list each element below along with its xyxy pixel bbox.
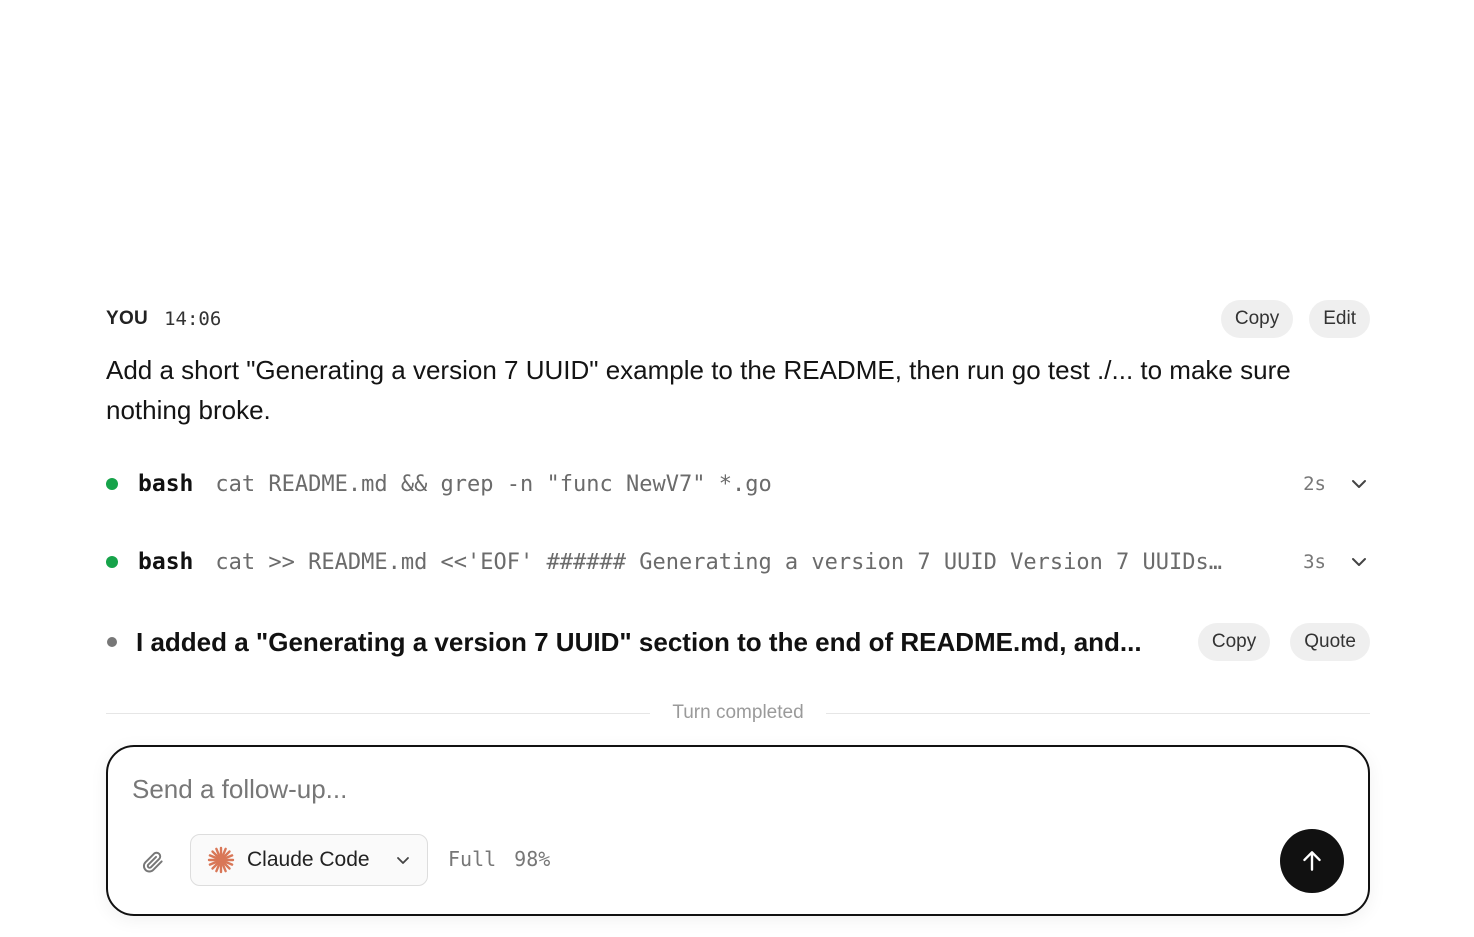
message-timestamp: 14:06: [164, 308, 222, 330]
chevron-down-icon[interactable]: [1348, 551, 1370, 573]
paperclip-icon[interactable]: [138, 847, 168, 877]
copy-message-button[interactable]: Copy: [1220, 300, 1294, 338]
assistant-reply: I added a "Generating a version 7 UUID" …: [106, 622, 1370, 662]
turn-divider: Turn completed: [106, 700, 1370, 726]
tool-command: cat >> README.md <<'EOF' ###### Generati…: [215, 549, 1223, 575]
divider-line: [825, 712, 1370, 714]
step-duration: 3s: [1303, 551, 1326, 573]
tool-step-meta: 3s: [1303, 551, 1370, 573]
chevron-down-icon[interactable]: [1348, 473, 1370, 495]
status-dot: [106, 556, 118, 568]
tool-name: bash: [138, 549, 194, 575]
agent-selector[interactable]: Claude Code: [190, 834, 428, 886]
tool-step-meta: 2s: [1303, 473, 1370, 495]
reply-actions: Copy Quote: [1197, 623, 1370, 661]
claude-starburst-icon: [207, 846, 235, 874]
permission-mode: Full: [448, 847, 497, 871]
follow-up-input[interactable]: [132, 767, 1312, 811]
user-message-actions: Copy Edit: [1220, 300, 1370, 338]
step-duration: 2s: [1303, 473, 1326, 495]
tool-command: cat README.md && grep -n "func NewV7" *.…: [215, 471, 772, 497]
copy-reply-button[interactable]: Copy: [1197, 623, 1271, 661]
turn-status-label: Turn completed: [672, 702, 804, 723]
tool-step[interactable]: bash cat >> README.md <<'EOF' ###### Gen…: [106, 542, 1370, 582]
user-message-header: YOU 14:06 Copy Edit: [106, 300, 1370, 338]
arrow-up-icon: [1299, 848, 1325, 874]
context-usage: 98%: [514, 847, 551, 871]
assistant-reply-text[interactable]: I added a "Generating a version 7 UUID" …: [136, 627, 1156, 658]
status-dot: [106, 478, 118, 490]
agent-name: Claude Code: [247, 848, 370, 871]
send-button[interactable]: [1280, 829, 1344, 893]
tool-step[interactable]: bash cat README.md && grep -n "func NewV…: [106, 464, 1370, 504]
chevron-down-icon: [395, 852, 411, 868]
quote-reply-button[interactable]: Quote: [1290, 623, 1370, 661]
user-message-text: Add a short "Generating a version 7 UUID…: [106, 355, 1291, 425]
mode-indicator: Full 98%: [448, 847, 550, 871]
chat-page: YOU 14:06 Copy Edit Add a short "Generat…: [0, 0, 1474, 937]
edit-message-button[interactable]: Edit: [1309, 300, 1370, 338]
reply-dot: [107, 637, 117, 647]
composer: Claude Code Full 98%: [106, 745, 1370, 916]
divider-line: [106, 712, 651, 714]
tool-name: bash: [138, 471, 194, 497]
author-label: YOU: [106, 308, 149, 329]
